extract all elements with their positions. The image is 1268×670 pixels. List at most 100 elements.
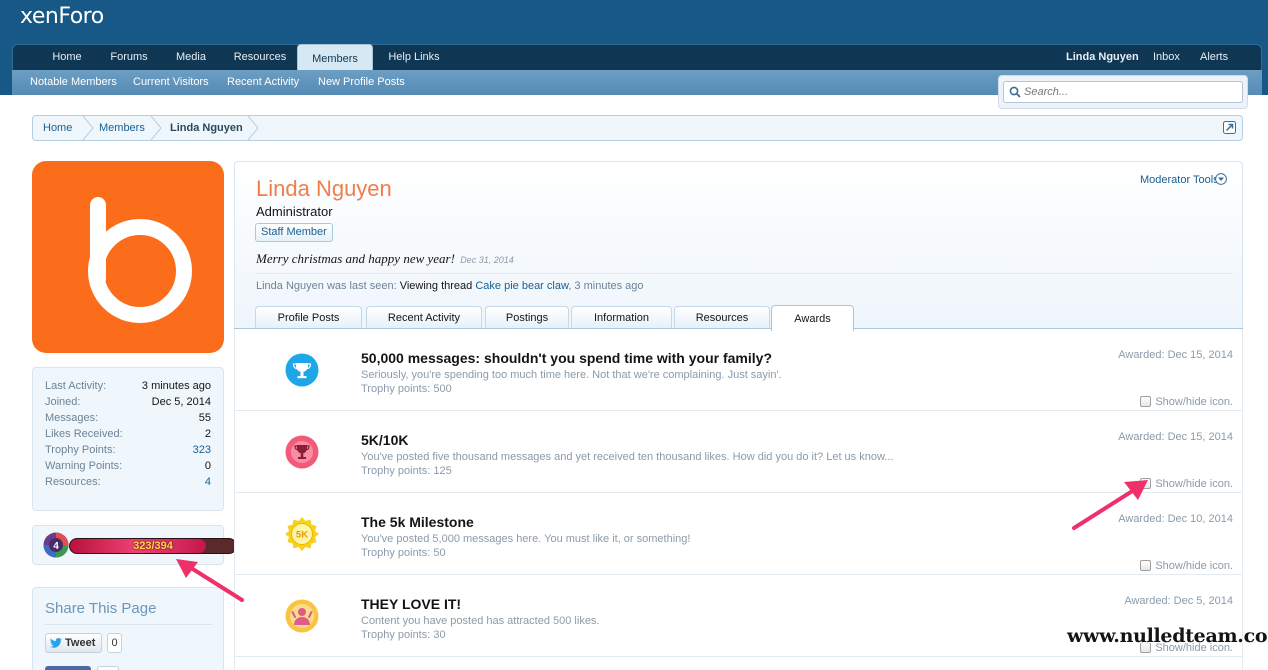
award-title: 5K/10K: [361, 432, 409, 448]
status-date[interactable]: Dec 31, 2014: [460, 255, 514, 265]
moderator-tools-link[interactable]: Moderator Tools: [1140, 174, 1219, 186]
staff-member-badge: Staff Member: [255, 223, 333, 242]
facebook-like-count: [97, 666, 119, 670]
site-logo[interactable]: xenForo: [20, 4, 104, 29]
nav-tab-resources[interactable]: Resources: [227, 45, 293, 71]
subnav-recent-activity[interactable]: Recent Activity: [227, 70, 299, 94]
subnav-notable-members[interactable]: Notable Members: [30, 70, 117, 94]
tab-profile-posts[interactable]: Profile Posts: [255, 306, 362, 330]
award-icon-text: 5K: [296, 530, 308, 541]
show-hide-label: Show/hide icon.: [1155, 396, 1233, 408]
stat-label: Resources:: [45, 476, 101, 488]
stat-label: Joined:: [45, 396, 81, 408]
last-seen: Linda Nguyen was last seen: Viewing thre…: [256, 280, 644, 292]
award-date: Awarded: Dec 5, 2014: [1124, 595, 1233, 607]
breadcrumb-home[interactable]: Home: [43, 116, 72, 140]
stat-label: Warning Points:: [45, 460, 123, 472]
twitter-bird-icon: [50, 638, 62, 648]
nav-tab-members[interactable]: Members: [297, 44, 373, 72]
breadcrumb-members[interactable]: Members: [99, 116, 145, 140]
stat-label: Trophy Points:: [45, 444, 116, 456]
award-title: 50,000 messages: shouldn't you spend tim…: [361, 350, 772, 366]
fan-icon: [285, 599, 319, 633]
level-progress-text: 323/394: [133, 540, 173, 552]
award-description: You've posted five thousand messages and…: [361, 451, 894, 463]
main-navigation: Home Forums Media Resources Members Help…: [12, 44, 1262, 72]
show-hide-icon-toggle[interactable]: Show/hide icon.: [1140, 560, 1233, 572]
nav-tab-media[interactable]: Media: [165, 45, 217, 71]
tab-information[interactable]: Information: [571, 306, 672, 330]
profile-username: Linda Nguyen: [256, 176, 392, 201]
stat-value: 55: [198, 412, 211, 424]
search-container: [998, 75, 1248, 109]
stat-warning-points: Warning Points: 0: [45, 458, 211, 474]
share-title: Share This Page: [45, 600, 157, 617]
profile-status: Merry christmas and happy new year! Dec …: [256, 251, 514, 267]
breadcrumb: Home Members Linda Nguyen: [32, 115, 1243, 141]
breadcrumb-separator-icon: [247, 116, 259, 140]
5k-medal-icon: 5K: [285, 517, 319, 551]
member-stats: Last Activity: 3 minutes ago Joined: Dec…: [32, 367, 224, 511]
avatar[interactable]: [32, 161, 224, 353]
tab-awards[interactable]: Awards: [771, 305, 854, 331]
award-title: The 5k Milestone: [361, 514, 474, 530]
award-date: Awarded: Dec 15, 2014: [1118, 349, 1233, 361]
stat-value: Dec 5, 2014: [151, 396, 211, 408]
nav-tab-home[interactable]: Home: [39, 45, 95, 71]
breadcrumb-separator-icon: [150, 116, 162, 140]
stat-label: Last Activity:: [45, 380, 107, 392]
stat-last-activity: Last Activity: 3 minutes ago: [45, 378, 211, 394]
breadcrumb-separator-icon: [82, 116, 94, 140]
stat-likes: Likes Received: 2: [45, 426, 211, 442]
award-date: Awarded: Dec 15, 2014: [1118, 431, 1233, 443]
show-hide-icon-toggle[interactable]: Show/hide icon.: [1140, 396, 1233, 408]
subnav-current-visitors[interactable]: Current Visitors: [133, 70, 209, 94]
nav-tab-help-links[interactable]: Help Links: [381, 45, 447, 71]
breadcrumb-current[interactable]: Linda Nguyen: [170, 116, 243, 140]
show-hide-checkbox[interactable]: [1140, 560, 1152, 571]
trophy-icon: [285, 353, 319, 387]
nav-alerts-link[interactable]: Alerts: [1200, 45, 1228, 71]
show-hide-label: Show/hide icon.: [1155, 478, 1233, 490]
search-input[interactable]: [1003, 81, 1243, 103]
award-points: Trophy points: 500: [361, 383, 452, 395]
annotation-arrow-icon: [176, 559, 244, 602]
status-message: Merry christmas and happy new year!: [256, 251, 455, 266]
tab-postings[interactable]: Postings: [485, 306, 569, 330]
stat-value-link[interactable]: 4: [205, 474, 211, 490]
stat-trophy-points: Trophy Points: 323: [45, 442, 211, 458]
nav-tab-forums[interactable]: Forums: [101, 45, 157, 71]
stat-joined: Joined: Dec 5, 2014: [45, 394, 211, 410]
last-seen-action: Viewing thread: [399, 280, 473, 292]
stat-messages: Messages: 55: [45, 410, 211, 426]
show-hide-checkbox[interactable]: [1140, 396, 1152, 407]
last-seen-time: , 3 minutes ago: [568, 280, 644, 292]
jump-to-page-icon[interactable]: [1223, 121, 1236, 134]
stat-value: 2: [204, 428, 211, 440]
nav-user-link[interactable]: Linda Nguyen: [1066, 45, 1139, 71]
last-seen-thread-link[interactable]: Cake pie bear claw: [475, 280, 568, 292]
stat-value-link[interactable]: 323: [193, 442, 211, 458]
award-points: Trophy points: 50: [361, 547, 446, 559]
divider: [255, 273, 1232, 274]
tweet-button[interactable]: Tweet: [45, 633, 102, 653]
tab-recent-activity[interactable]: Recent Activity: [366, 306, 482, 330]
chevron-down-icon[interactable]: [1215, 173, 1227, 185]
stat-label: Likes Received:: [45, 428, 123, 440]
level-badge-icon: 4: [43, 532, 69, 558]
show-hide-icon-toggle[interactable]: Show/hide icon.: [1140, 478, 1233, 490]
facebook-like-button[interactable]: [45, 666, 91, 670]
annotation-arrow-icon: [1072, 480, 1148, 530]
level-number: 4: [53, 541, 59, 552]
tab-resources[interactable]: Resources: [674, 306, 770, 330]
profile-user-title: Administrator: [256, 204, 333, 219]
award-description: Seriously, you're spending too much time…: [361, 369, 782, 381]
watermark-text: www.nulledteam.com: [1067, 625, 1268, 647]
nav-inbox-link[interactable]: Inbox: [1153, 45, 1180, 71]
stat-value: 3 minutes ago: [141, 380, 211, 392]
subnav-new-profile-posts[interactable]: New Profile Posts: [318, 70, 405, 94]
tweet-count: 0: [107, 633, 122, 653]
stat-resources: Resources: 4: [45, 474, 211, 490]
last-seen-prefix: Linda Nguyen was last seen:: [256, 280, 397, 292]
divider: [45, 624, 213, 625]
